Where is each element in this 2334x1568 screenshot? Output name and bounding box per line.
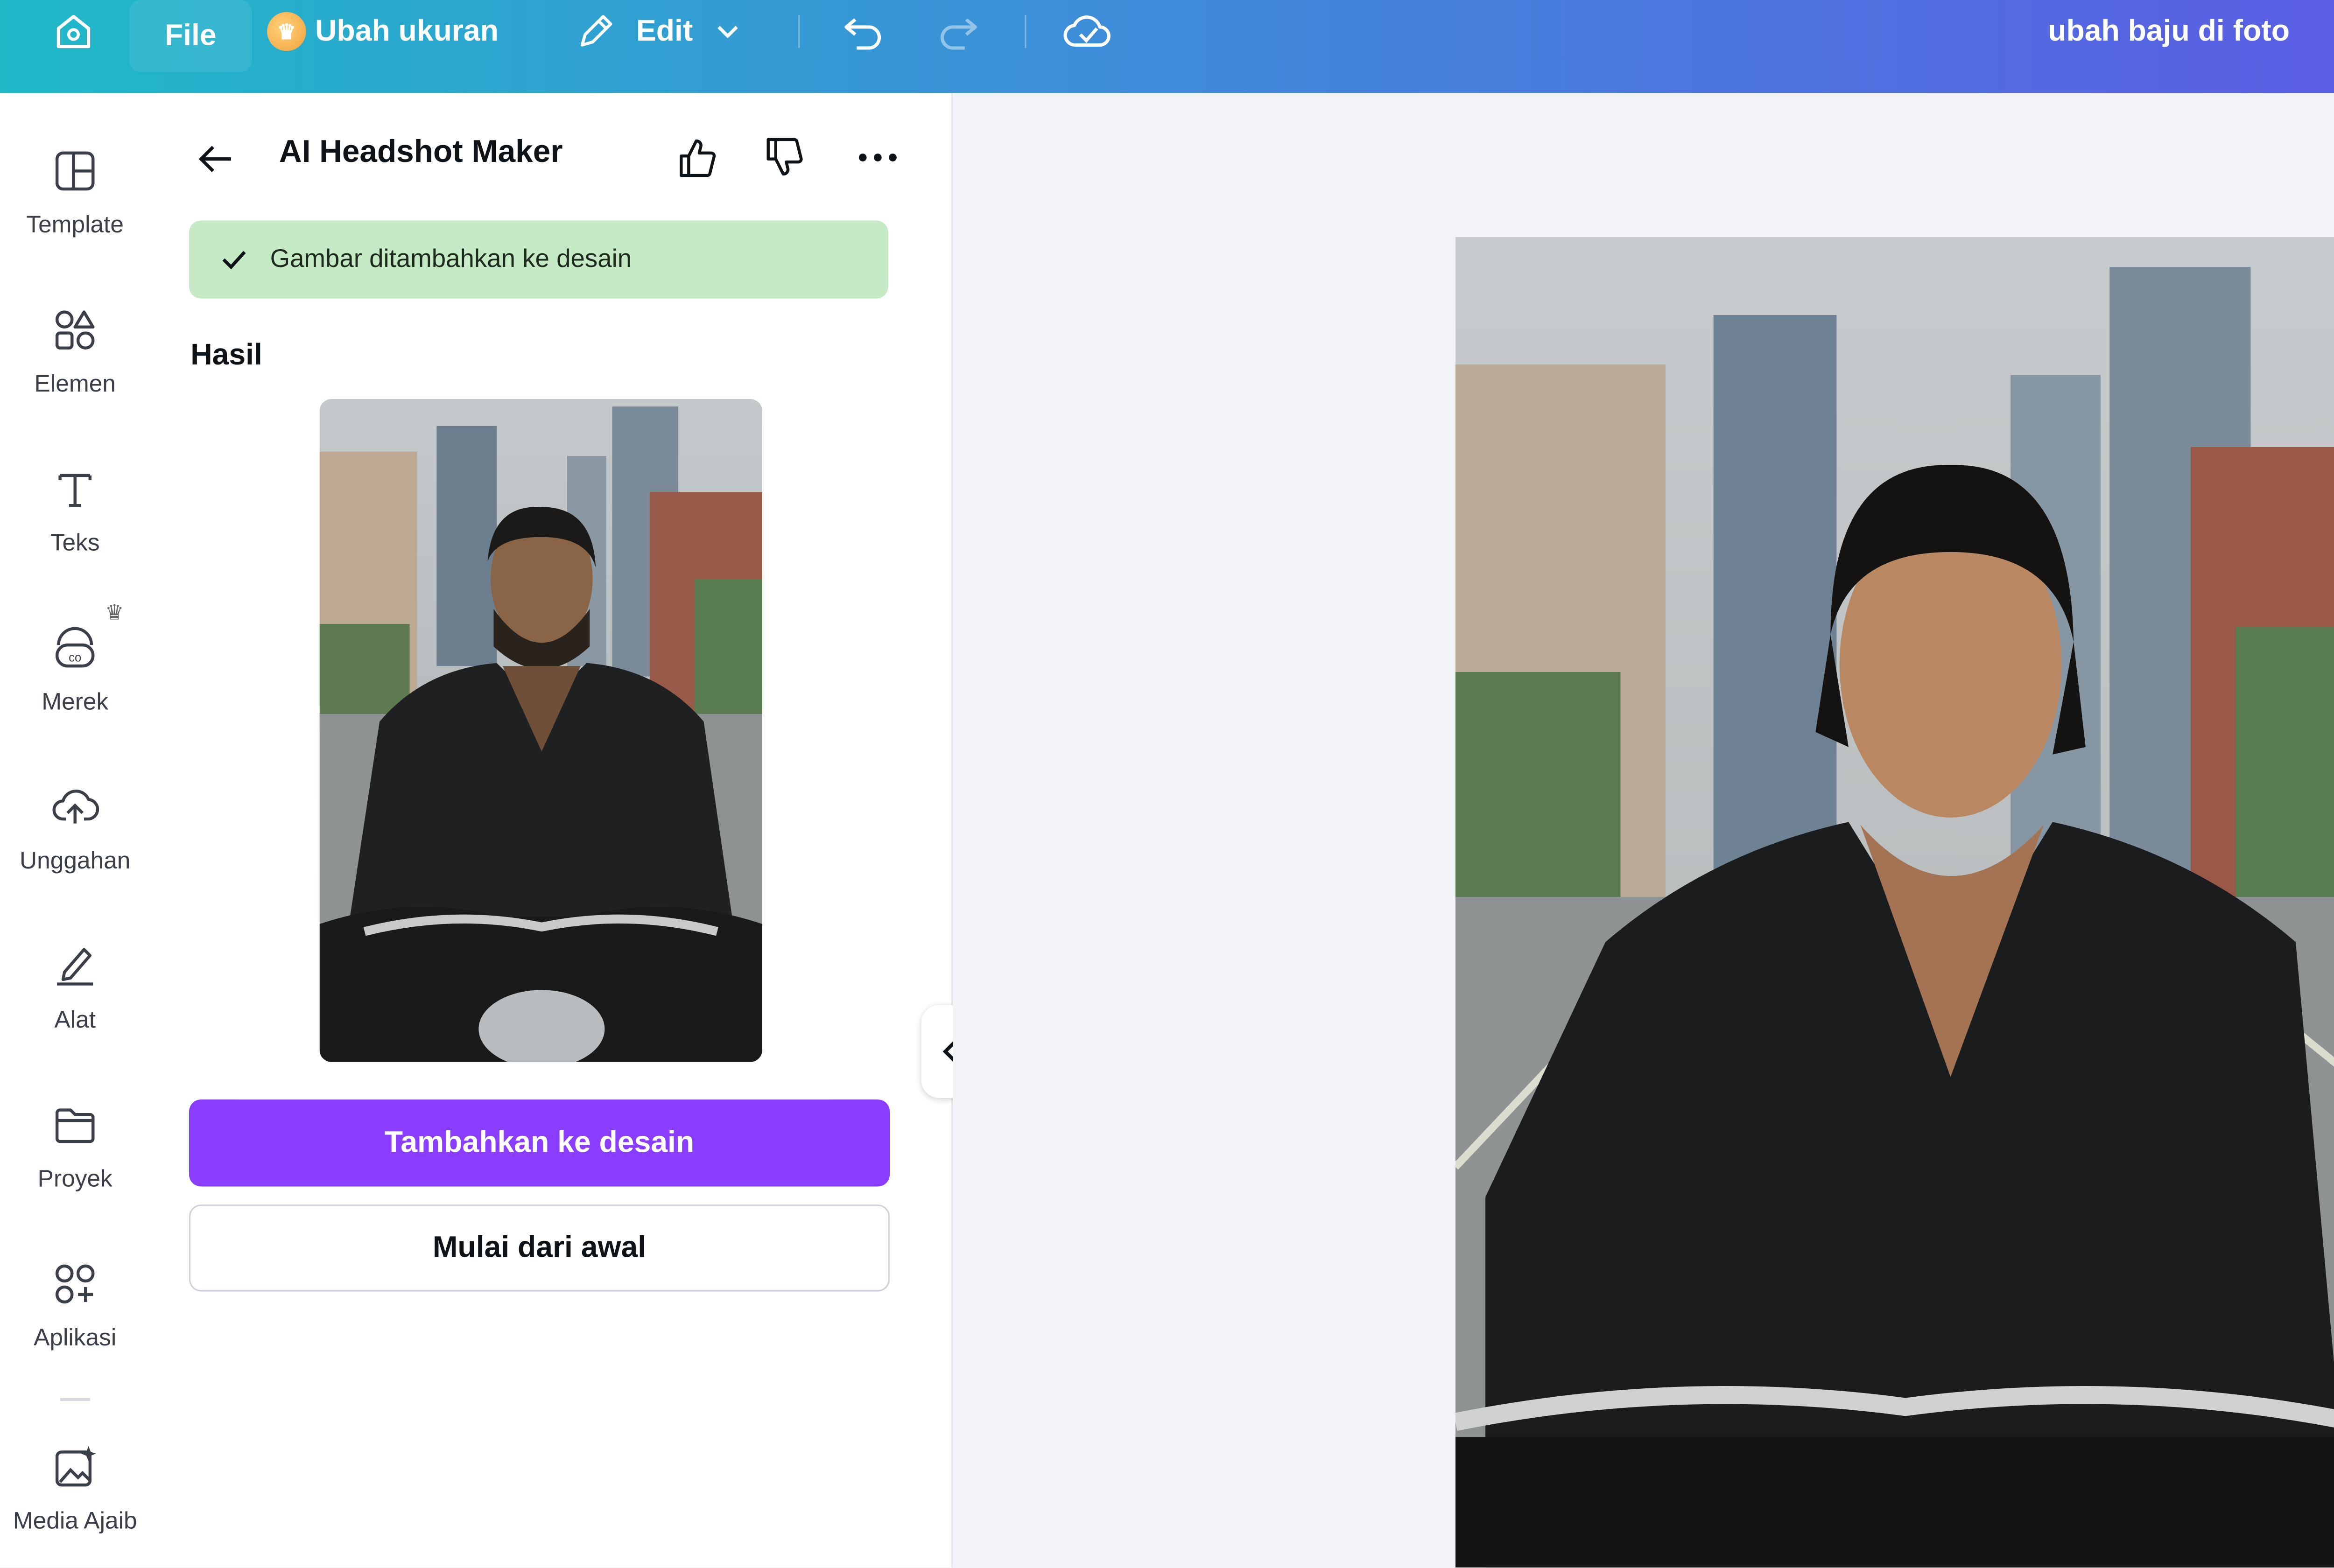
- brand-icon: co: [55, 627, 95, 668]
- sidebar-item-magic-media[interactable]: Media Ajaib: [0, 1443, 150, 1536]
- toolbar-divider: [1025, 15, 1026, 48]
- premium-crown-icon: ♛: [105, 600, 124, 624]
- more-icon: [858, 154, 897, 161]
- file-menu[interactable]: File: [129, 0, 253, 72]
- template-icon: [55, 151, 95, 191]
- sidebar-item-apps[interactable]: Aplikasi: [0, 1260, 150, 1353]
- canvas-photo: [1455, 237, 2334, 1568]
- cloud-check-icon: [1063, 15, 1111, 47]
- more-options-button[interactable]: [855, 135, 900, 188]
- sidebar-item-label: Elemen: [34, 372, 116, 398]
- sidebar-item-label: Aplikasi: [34, 1326, 117, 1352]
- arrow-left-icon: [198, 146, 232, 172]
- home-icon: [56, 14, 91, 49]
- elements-icon: [55, 310, 95, 350]
- sidebar-item-uploads[interactable]: Unggahan: [0, 783, 150, 876]
- chevron-down-icon: [717, 26, 738, 39]
- redo-icon: [941, 18, 977, 50]
- upload-icon: [52, 790, 99, 824]
- document-title[interactable]: ubah baju di foto: [2048, 0, 2290, 63]
- draw-tool-icon: [57, 948, 93, 986]
- result-photo: [319, 399, 762, 1062]
- start-over-button[interactable]: Mulai dari awal: [189, 1204, 890, 1292]
- magic-media-icon: [55, 1446, 96, 1487]
- toast-message: Gambar ditambahkan ke desain: [270, 244, 632, 273]
- dislike-button[interactable]: [762, 135, 804, 188]
- thumbs-up-icon: [680, 139, 716, 177]
- sidebar-item-label: Teks: [50, 531, 100, 557]
- sidebar-item-label: Media Ajaib: [13, 1509, 137, 1535]
- save-status-button[interactable]: [1062, 0, 1113, 63]
- undo-button[interactable]: [840, 0, 888, 63]
- folder-icon: [55, 1108, 95, 1143]
- add-to-design-button[interactable]: Tambahkan ke desain: [189, 1099, 890, 1187]
- sidebar-item-draw[interactable]: Alat: [0, 942, 150, 1035]
- sidebar-divider: [60, 1398, 90, 1401]
- pencil-icon: [580, 15, 612, 47]
- top-toolbar: File ♛ Ubah ukuran Edit ubah baju di fot…: [0, 0, 2334, 93]
- sidebar-item-label: Merek: [42, 690, 109, 716]
- ai-headshot-panel: AI Headshot Maker Gambar ditambahkan ke …: [150, 93, 953, 1568]
- left-sidebar: Template Elemen Teks ♛ co Merek Unggahan…: [0, 93, 150, 1568]
- crown-icon: ♛: [267, 12, 306, 51]
- sidebar-item-template[interactable]: Template: [0, 147, 150, 240]
- resize-button[interactable]: ♛ Ubah ukuran: [267, 0, 499, 63]
- home-button[interactable]: [51, 0, 99, 63]
- sidebar-item-label: Alat: [54, 1008, 96, 1034]
- sidebar-item-projects[interactable]: Proyek: [0, 1101, 150, 1194]
- success-toast: Gambar ditambahkan ke desain: [189, 220, 888, 299]
- sidebar-item-label: Unggahan: [20, 849, 131, 875]
- text-icon: [58, 474, 92, 507]
- edit-menu[interactable]: Edit: [573, 0, 744, 63]
- sidebar-item-elements[interactable]: Elemen: [0, 306, 150, 399]
- toolbar-divider: [798, 15, 800, 48]
- resize-label: Ubah ukuran: [315, 14, 499, 48]
- apps-icon: [55, 1264, 95, 1304]
- panel-title: AI Headshot Maker: [279, 135, 563, 170]
- like-button[interactable]: [675, 135, 717, 188]
- redo-button[interactable]: [933, 0, 981, 63]
- thumbs-down-icon: [766, 138, 803, 176]
- sidebar-item-brand[interactable]: co Merek: [0, 624, 150, 717]
- svg-text:co: co: [69, 651, 81, 665]
- results-heading: Hasil: [190, 339, 262, 372]
- result-thumbnail[interactable]: [319, 399, 762, 1062]
- canvas-image[interactable]: [1455, 237, 2334, 1568]
- check-icon: [222, 251, 246, 270]
- sidebar-item-label: Template: [26, 213, 124, 239]
- back-button[interactable]: [195, 138, 237, 188]
- edit-label: Edit: [636, 14, 693, 48]
- sidebar-item-label: Proyek: [37, 1167, 112, 1193]
- sidebar-item-text[interactable]: Teks: [0, 465, 150, 558]
- undo-icon: [844, 18, 881, 50]
